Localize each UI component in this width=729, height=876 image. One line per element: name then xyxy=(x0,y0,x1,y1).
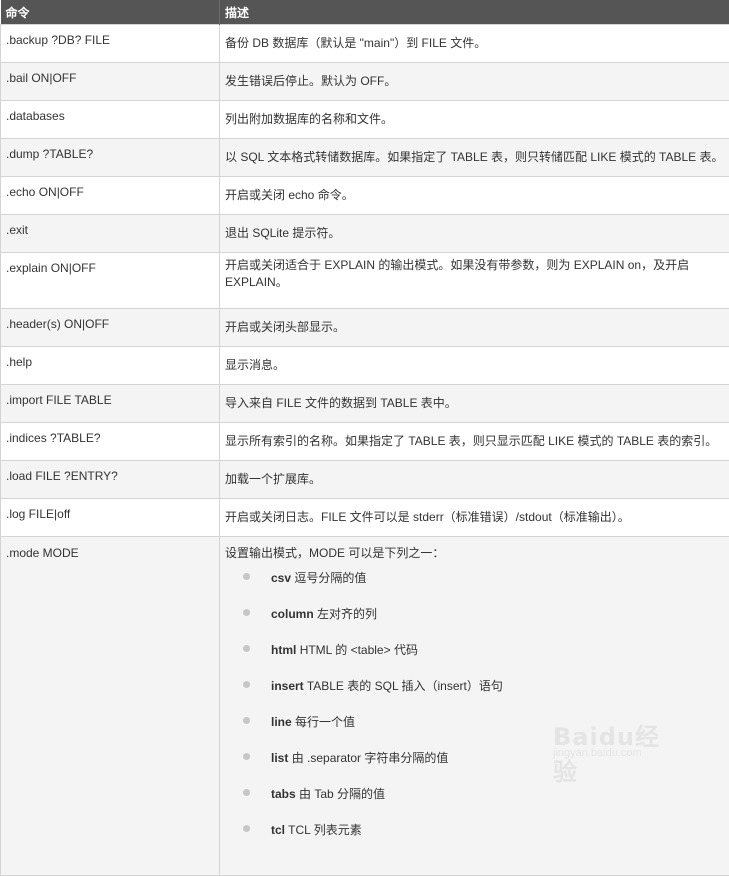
table-row: .help 显示消息。 xyxy=(1,347,729,385)
table-row: .bail ON|OFF 发生错误后停止。默认为 OFF。 xyxy=(1,63,729,101)
table-row: .log FILE|off 开启或关闭日志。FILE 文件可以是 stderr（… xyxy=(1,499,729,537)
list-item: csv 逗号分隔的值 xyxy=(235,570,725,606)
bullet-icon xyxy=(243,789,250,796)
table-row: .echo ON|OFF 开启或关闭 echo 命令。 xyxy=(1,177,729,215)
bullet-icon xyxy=(243,645,250,652)
table-header-row: 命令 描述 xyxy=(1,0,729,25)
command-cell: .indices ?TABLE? xyxy=(1,423,220,461)
command-cell: .mode MODE xyxy=(1,537,220,876)
baidu-watermark: Baidu经验 jingyan.baidu.com xyxy=(553,717,683,767)
mode-name: list xyxy=(271,751,288,765)
mode-desc: TABLE 表的 SQL 插入（insert）语句 xyxy=(307,679,503,693)
description-cell: 退出 SQLite 提示符。 xyxy=(220,215,729,253)
header-description: 描述 xyxy=(220,0,729,25)
bullet-icon xyxy=(243,609,250,616)
table-row: .databases 列出附加数据库的名称和文件。 xyxy=(1,101,729,139)
mode-desc: 逗号分隔的值 xyxy=(294,571,366,585)
description-cell: 备份 DB 数据库（默认是 "main"）到 FILE 文件。 xyxy=(220,25,729,63)
command-cell: .help xyxy=(1,347,220,385)
description-cell: 设置输出模式，MODE 可以是下列之一： csv 逗号分隔的值 column 左… xyxy=(220,537,729,876)
description-cell: 导入来自 FILE 文件的数据到 TABLE 表中。 xyxy=(220,385,729,423)
command-cell: .import FILE TABLE xyxy=(1,385,220,423)
watermark-url: jingyan.baidu.com xyxy=(553,747,642,759)
list-item: tabs 由 Tab 分隔的值 xyxy=(235,786,725,822)
mode-desc: 由 Tab 分隔的值 xyxy=(299,787,385,801)
mode-name: html xyxy=(271,643,296,657)
table-row: .indices ?TABLE? 显示所有索引的名称。如果指定了 TABLE 表… xyxy=(1,423,729,461)
mode-intro: 设置输出模式，MODE 可以是下列之一： xyxy=(225,545,725,562)
command-cell: .header(s) ON|OFF xyxy=(1,309,220,347)
mode-desc: 由 .separator 字符串分隔的值 xyxy=(292,751,449,765)
bullet-icon xyxy=(243,825,250,832)
command-cell: .backup ?DB? FILE xyxy=(1,25,220,63)
mode-name: line xyxy=(271,715,292,729)
description-cell: 显示所有索引的名称。如果指定了 TABLE 表，则只显示匹配 LIKE 模式的 … xyxy=(220,423,729,461)
table-row: .dump ?TABLE? 以 SQL 文本格式转储数据库。如果指定了 TABL… xyxy=(1,139,729,177)
description-cell: 以 SQL 文本格式转储数据库。如果指定了 TABLE 表，则只转储匹配 LIK… xyxy=(220,139,729,177)
description-cell: 加载一个扩展库。 xyxy=(220,461,729,499)
table-row: .backup ?DB? FILE 备份 DB 数据库（默认是 "main"）到… xyxy=(1,25,729,63)
list-item: html HTML 的 <table> 代码 xyxy=(235,642,725,678)
bullet-icon xyxy=(243,573,250,580)
bullet-icon xyxy=(243,753,250,760)
table-row: .import FILE TABLE 导入来自 FILE 文件的数据到 TABL… xyxy=(1,385,729,423)
command-cell: .bail ON|OFF xyxy=(1,63,220,101)
mode-name: csv xyxy=(271,571,291,585)
description-cell: 开启或关闭日志。FILE 文件可以是 stderr（标准错误）/stdout（标… xyxy=(220,499,729,537)
bullet-icon xyxy=(243,717,250,724)
mode-desc: TCL 列表元素 xyxy=(288,823,362,837)
mode-name: column xyxy=(271,607,314,621)
mode-desc: 左对齐的列 xyxy=(317,607,377,621)
command-cell: .echo ON|OFF xyxy=(1,177,220,215)
list-item: column 左对齐的列 xyxy=(235,606,725,642)
mode-desc: 每行一个值 xyxy=(295,715,355,729)
mode-name: tabs xyxy=(271,787,296,801)
command-cell: .databases xyxy=(1,101,220,139)
table-row-mode: .mode MODE 设置输出模式，MODE 可以是下列之一： csv 逗号分隔… xyxy=(1,537,729,876)
mode-desc: HTML 的 <table> 代码 xyxy=(300,643,418,657)
description-cell: 开启或关闭适合于 EXPLAIN 的输出模式。如果没有带参数，则为 EXPLAI… xyxy=(220,253,729,309)
header-command: 命令 xyxy=(1,0,220,25)
list-item: tcl TCL 列表元素 xyxy=(235,822,725,858)
table-row: .load FILE ?ENTRY? 加载一个扩展库。 xyxy=(1,461,729,499)
bullet-icon xyxy=(243,681,250,688)
mode-name: tcl xyxy=(271,823,285,837)
command-cell: .explain ON|OFF xyxy=(1,253,220,309)
description-cell: 开启或关闭头部显示。 xyxy=(220,309,729,347)
command-cell: .dump ?TABLE? xyxy=(1,139,220,177)
description-cell: 列出附加数据库的名称和文件。 xyxy=(220,101,729,139)
table-row: .explain ON|OFF 开启或关闭适合于 EXPLAIN 的输出模式。如… xyxy=(1,253,729,309)
command-cell: .load FILE ?ENTRY? xyxy=(1,461,220,499)
mode-list: csv 逗号分隔的值 column 左对齐的列 html HTML 的 <tab… xyxy=(225,570,725,858)
table-row: .header(s) ON|OFF 开启或关闭头部显示。 xyxy=(1,309,729,347)
list-item: insert TABLE 表的 SQL 插入（insert）语句 xyxy=(235,678,725,714)
mode-name: insert xyxy=(271,679,304,693)
command-cell: .log FILE|off xyxy=(1,499,220,537)
description-cell: 显示消息。 xyxy=(220,347,729,385)
table-row: .exit 退出 SQLite 提示符。 xyxy=(1,215,729,253)
description-cell: 开启或关闭 echo 命令。 xyxy=(220,177,729,215)
command-cell: .exit xyxy=(1,215,220,253)
description-cell: 发生错误后停止。默认为 OFF。 xyxy=(220,63,729,101)
